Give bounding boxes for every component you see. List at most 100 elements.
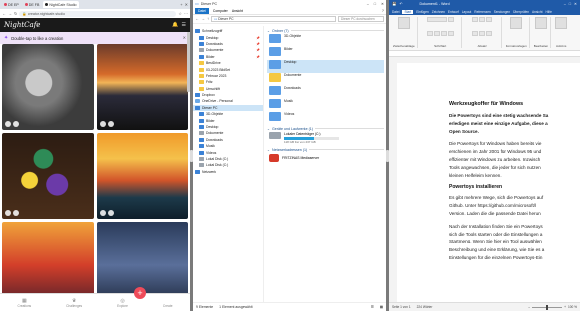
zoom-out-icon[interactable]: – [528, 305, 530, 309]
maximize-icon[interactable]: □ [374, 2, 376, 6]
minimize-icon[interactable]: – [564, 2, 566, 6]
close-icon[interactable]: ✕ [183, 36, 186, 40]
reload-icon[interactable]: ↻ [14, 11, 17, 16]
folder-item[interactable]: Musik [267, 99, 384, 112]
nav-explore[interactable]: ◎ Explore [117, 298, 128, 308]
styles-icon[interactable] [510, 17, 523, 29]
zoom-control[interactable]: – + 100 % [528, 304, 577, 310]
ribbon-tab[interactable]: Sendungen [494, 10, 510, 14]
tab-datei[interactable]: Datei [195, 7, 209, 14]
close-icon[interactable]: ✕ [574, 2, 577, 6]
folder-item[interactable]: 3D-Objekte [267, 34, 384, 47]
search-input[interactable]: Dieser PC durchsuchen [338, 16, 384, 22]
help-icon[interactable]: ? [382, 8, 384, 13]
ribbon-tab[interactable]: Entwurf [448, 10, 459, 14]
zoom-slider[interactable] [532, 304, 563, 310]
comment-icon[interactable] [107, 121, 114, 127]
folder-item[interactable]: Dokumente [267, 73, 384, 86]
like-icon[interactable] [99, 210, 106, 216]
new-tab-icon[interactable]: + [180, 2, 182, 7]
comment-icon[interactable] [13, 210, 19, 216]
menu-icon[interactable]: ⋯ [184, 11, 188, 16]
comment-icon[interactable] [13, 121, 19, 127]
app-logo[interactable]: NightCafe [4, 21, 40, 29]
maximize-icon[interactable]: □ [569, 2, 571, 6]
indent-icon[interactable] [486, 17, 493, 22]
ribbon-tab[interactable]: Start [402, 9, 414, 14]
forward-icon[interactable]: → [201, 17, 205, 21]
creation-image[interactable] [2, 133, 94, 219]
tiles-view-icon[interactable]: ▦ [380, 305, 383, 309]
addins-icon[interactable] [555, 17, 568, 29]
up-icon[interactable]: ↑ [207, 17, 209, 21]
font-name-select[interactable] [426, 17, 447, 22]
details-view-icon[interactable]: ☰ [371, 305, 374, 309]
folder-item[interactable]: Bilder [267, 47, 384, 60]
address-field[interactable]: ▭ Dieser PC [211, 16, 336, 22]
nav-item[interactable]: Netzwerk [193, 169, 263, 175]
folder-icon [269, 86, 281, 95]
zoom-thumb[interactable] [546, 304, 549, 310]
network-device[interactable]: FRITZ!NAS Mediaserver [267, 153, 384, 163]
notification-icon[interactable]: 🔔 [172, 22, 178, 28]
ribbon-tab[interactable]: Layout [462, 10, 472, 14]
ribbon-tab[interactable]: Einfügen [416, 10, 429, 14]
creation-image[interactable] [2, 44, 94, 130]
browser-tab[interactable]: DE FB [23, 1, 42, 8]
back-icon[interactable]: ← [195, 17, 199, 21]
creation-image[interactable] [96, 44, 188, 130]
nav-creations[interactable]: ▦ Creations [18, 298, 32, 308]
ribbon-tab[interactable]: Hilfe [546, 10, 552, 14]
bullets-icon[interactable] [472, 17, 479, 22]
numbering-icon[interactable] [479, 17, 486, 22]
hamburger-icon[interactable]: ☰ [182, 22, 186, 28]
back-icon[interactable]: ← [2, 11, 6, 16]
align-left-icon[interactable] [472, 30, 479, 36]
drive-item[interactable]: Lokaler Datenträger (C:) 118 GB frei von… [267, 132, 384, 146]
like-icon[interactable] [99, 121, 106, 127]
save-icon[interactable]: 💾 [392, 2, 396, 6]
minimize-icon[interactable]: – [367, 2, 369, 6]
create-button[interactable]: + [134, 287, 146, 299]
font-size-select[interactable] [447, 17, 454, 22]
ribbon-tab[interactable]: Datei [392, 10, 399, 14]
promo-banner[interactable]: ✦ Double-tap to like a creation ✕ [0, 32, 190, 44]
nav-create[interactable]: +Create [163, 298, 173, 308]
creation-image[interactable] [96, 133, 188, 219]
nav-challenges[interactable]: ♛ Challenges [66, 298, 82, 308]
group-header-drives[interactable]: ⌄ Geräte und Laufwerke (1) [267, 125, 384, 132]
ribbon-tab[interactable]: Zeichnen [432, 10, 445, 14]
ribbon-tab[interactable]: Überprüfen [513, 10, 529, 14]
browser-tab-active[interactable]: NightCafe Studio [43, 1, 79, 8]
star-icon[interactable]: ☆ [178, 11, 182, 16]
zoom-in-icon[interactable]: + [564, 305, 566, 309]
forward-icon[interactable]: → [8, 11, 12, 16]
ruler[interactable] [389, 51, 580, 57]
like-icon[interactable] [5, 210, 11, 216]
underline-icon[interactable] [440, 30, 447, 36]
bold-icon[interactable] [426, 30, 433, 36]
group-header-network[interactable]: ⌄ Netzwerkadressen (1) [267, 146, 384, 153]
align-right-icon[interactable] [486, 30, 493, 36]
document-page[interactable]: Werkzeugkoffer für Windows Die Powertoys… [397, 63, 580, 302]
close-icon[interactable]: ✕ [185, 2, 188, 7]
align-center-icon[interactable] [479, 30, 486, 36]
close-icon[interactable]: ✕ [381, 2, 384, 6]
undo-icon[interactable]: ↶ [399, 2, 402, 6]
comment-icon[interactable] [107, 210, 114, 216]
folder-item[interactable]: Videos [267, 112, 384, 125]
font-color-icon[interactable] [447, 30, 454, 36]
ribbon-tab[interactable]: Ansicht [532, 10, 542, 14]
tab-ansicht[interactable]: Ansicht [232, 9, 243, 13]
folder-item[interactable]: Downloads [267, 86, 384, 99]
like-icon[interactable] [5, 121, 11, 127]
group-header-folders[interactable]: ⌄ Ordner (7) [267, 27, 384, 34]
address-bar[interactable]: 🔒 creator.nightcafe.studio [19, 10, 177, 17]
paste-icon[interactable] [397, 17, 410, 29]
ribbon-tab[interactable]: Referenzen [474, 10, 490, 14]
tab-computer[interactable]: Computer [213, 9, 228, 13]
folder-item[interactable]: Desktop [267, 60, 384, 73]
find-icon[interactable] [534, 17, 547, 29]
browser-tab[interactable]: DE EP [2, 1, 21, 8]
italic-icon[interactable] [433, 30, 440, 36]
